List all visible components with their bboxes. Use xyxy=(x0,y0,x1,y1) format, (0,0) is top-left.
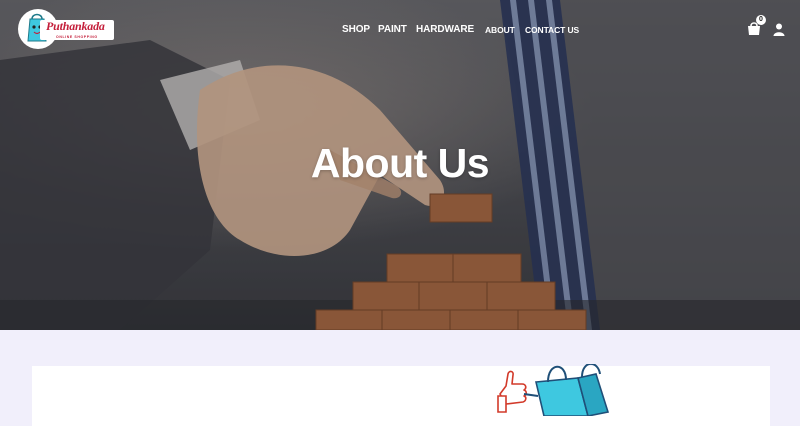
brand-name: Puthankada xyxy=(46,19,105,33)
brand-logo[interactable]: Puthankada ONLINE SHOPPING xyxy=(18,9,114,49)
nav-paint[interactable]: PAINT xyxy=(378,24,407,35)
navbar: Puthankada ONLINE SHOPPING SHOP PAINT HA… xyxy=(0,0,800,60)
nav-contact-us[interactable]: CONTACT US xyxy=(525,25,579,35)
page-title: About Us xyxy=(310,140,490,186)
shopping-bag-mascot-illustration xyxy=(497,364,610,416)
cart-count-badge: 0 xyxy=(756,15,766,25)
brand-tagline: ONLINE SHOPPING xyxy=(56,35,98,39)
nav-about[interactable]: ABOUT xyxy=(485,25,515,35)
user-icon[interactable] xyxy=(773,23,785,36)
nav-hardware[interactable]: HARDWARE xyxy=(416,24,474,35)
about-content-card xyxy=(32,366,770,426)
nav-shop[interactable]: SHOP xyxy=(342,24,370,35)
hero-banner: Puthankada ONLINE SHOPPING SHOP PAINT HA… xyxy=(0,0,800,330)
